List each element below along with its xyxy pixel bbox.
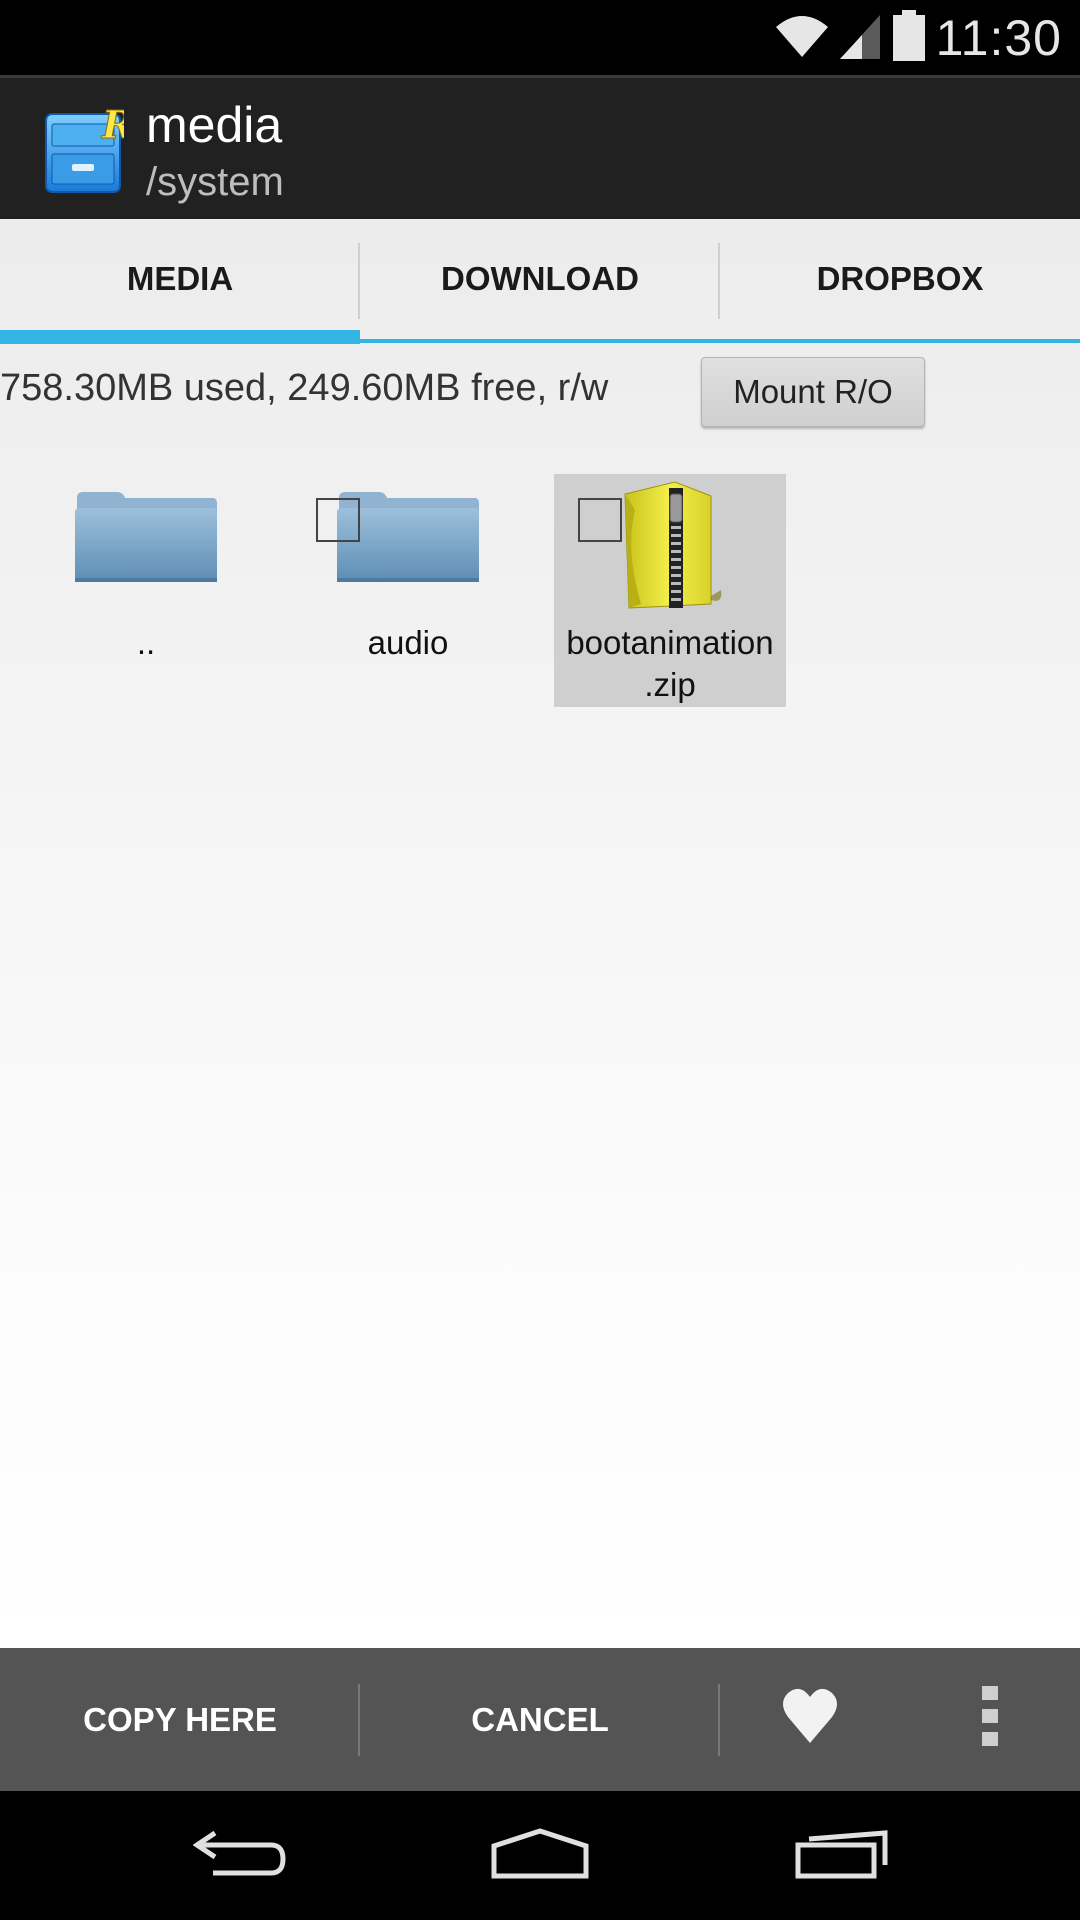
back-button[interactable] — [150, 1791, 330, 1920]
tab-dropbox[interactable]: DROPBOX — [720, 219, 1080, 343]
battery-icon — [892, 10, 926, 66]
file-item-parent[interactable]: .. — [30, 474, 262, 707]
storage-info: 758.30MB used, 249.60MB free, r/w — [0, 367, 609, 409]
folder-icon — [73, 486, 219, 590]
svg-text:R: R — [101, 104, 124, 147]
file-browser-content: MEDIA DOWNLOAD DROPBOX 758.30MB used, 24… — [0, 219, 1080, 1648]
tab-download[interactable]: DOWNLOAD — [360, 219, 720, 343]
file-name: audio — [367, 624, 449, 661]
folder-title: media — [146, 97, 283, 153]
tab-label: MEDIA — [126, 260, 234, 297]
active-tab-indicator — [0, 330, 360, 344]
status-bar: 11:30 — [0, 0, 1080, 75]
file-name-line: .zip — [644, 666, 696, 703]
heart-icon — [782, 1687, 838, 1753]
cancel-button[interactable]: CANCEL — [360, 1648, 720, 1791]
cell-signal-icon — [839, 11, 882, 65]
select-checkbox[interactable] — [578, 498, 622, 542]
home-button[interactable] — [450, 1791, 630, 1920]
tab-indicator — [720, 339, 1080, 343]
status-time: 11:30 — [935, 10, 1062, 66]
file-name-line: bootanimation — [566, 624, 774, 661]
root-explorer-cabinet-icon[interactable]: R — [44, 102, 134, 194]
storage-row: 758.30MB used, 249.60MB free, r/w Mount … — [0, 357, 1080, 437]
recents-icon — [795, 1829, 889, 1883]
mount-ro-button[interactable]: Mount R/O — [701, 357, 925, 427]
wifi-icon — [774, 13, 830, 63]
file-name: bootanimation .zip — [554, 622, 786, 706]
copy-here-label: COPY HERE — [83, 1700, 277, 1738]
status-icons: 11:30 — [774, 6, 1062, 70]
copy-here-button[interactable]: COPY HERE — [0, 1648, 360, 1791]
recents-button[interactable] — [752, 1791, 932, 1920]
select-checkbox[interactable] — [316, 498, 360, 542]
back-icon — [192, 1829, 287, 1883]
folder-path: /system — [146, 160, 284, 204]
cancel-label: CANCEL — [471, 1700, 609, 1738]
favorite-button[interactable] — [720, 1648, 900, 1791]
bottom-action-bar: COPY HERE CANCEL — [0, 1648, 1080, 1791]
overflow-menu-icon — [980, 1684, 1000, 1756]
zip-archive-icon — [615, 480, 725, 618]
tab-indicator — [360, 339, 720, 343]
tab-bar: MEDIA DOWNLOAD DROPBOX — [0, 219, 1080, 344]
tab-label: DOWNLOAD — [441, 260, 639, 297]
home-icon — [490, 1827, 590, 1884]
navigation-bar — [0, 1791, 1080, 1920]
file-name: .. — [136, 624, 156, 661]
tab-media[interactable]: MEDIA — [0, 219, 360, 344]
file-item-audio[interactable]: audio — [292, 474, 524, 707]
action-bar: R media /system — [0, 75, 1080, 219]
tab-label: DROPBOX — [816, 260, 984, 297]
overflow-menu-button[interactable] — [900, 1648, 1080, 1791]
file-item-bootanimation-zip[interactable]: bootanimation .zip — [554, 474, 786, 707]
